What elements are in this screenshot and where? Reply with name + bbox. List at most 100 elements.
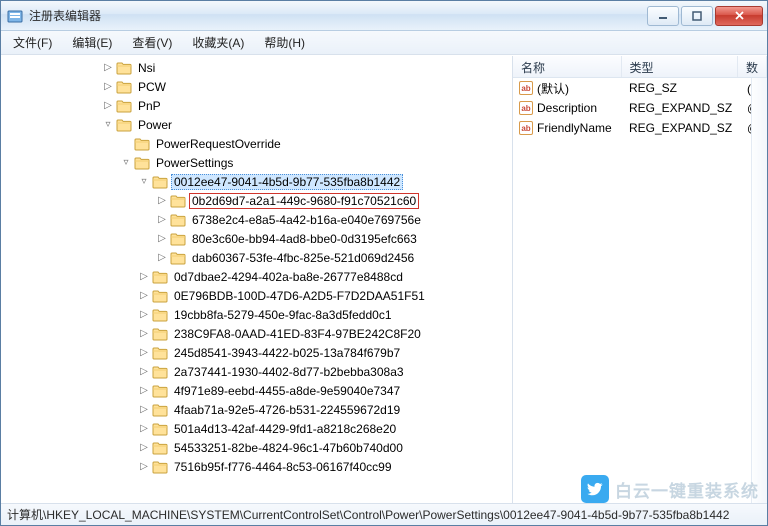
tree-pane[interactable]: ▷Nsi▷PCW▷PnP▿Power PowerRequestOverride▿… xyxy=(1,56,513,503)
tree-item[interactable]: ▷501a4d13-42af-4429-9fd1-a8218c268e20 xyxy=(101,419,512,438)
folder-icon xyxy=(170,194,186,208)
tree-item[interactable]: ▷ 245d8541-3943-4422-b025-13a784f679b7 xyxy=(101,343,512,362)
expand-icon[interactable]: ▷ xyxy=(101,62,115,73)
collapse-icon[interactable]: ▿ xyxy=(119,157,133,168)
tree-item[interactable]: ▷ 4faab71a-92e5-4726-b531-224559672d19 xyxy=(101,400,512,419)
tree-item-label: PCW xyxy=(135,79,169,95)
tree-item[interactable]: ▷ 6738e2c4-e8a5-4a42-b16a-e040e769756e xyxy=(101,210,512,229)
tree-item[interactable]: ▷238C9FA8-0AAD-41ED-83F4-97BE242C8F20 xyxy=(101,324,512,343)
menu-file[interactable]: 文件(F) xyxy=(3,31,62,54)
value-name: Description xyxy=(537,101,597,115)
tree-item[interactable]: PowerRequestOverride xyxy=(101,134,512,153)
tree-item-label: 0E796BDB-100D-47D6-A2D5-F7D2DAA51F51 xyxy=(171,288,428,304)
folder-icon xyxy=(152,270,168,284)
expand-icon[interactable]: ▷ xyxy=(137,366,151,377)
window-title: 注册表编辑器 xyxy=(29,7,645,24)
expand-icon[interactable]: ▷ xyxy=(137,385,151,396)
tree-item[interactable]: ▷ 4f971e89-eebd-4455-a8de-9e59040e7347 xyxy=(101,381,512,400)
folder-icon xyxy=(116,118,132,132)
expand-icon[interactable]: ▷ xyxy=(137,309,151,320)
value-name: (默认) xyxy=(537,80,569,97)
tree-item[interactable]: ▷ Nsi xyxy=(101,58,512,77)
tree-item-label: 2a737441-1930-4402-8d77-b2bebba308a3 xyxy=(171,364,407,380)
expand-icon[interactable]: ▷ xyxy=(137,442,151,453)
collapse-icon[interactable]: ▿ xyxy=(137,176,151,187)
window-buttons xyxy=(645,6,763,26)
folder-icon xyxy=(152,460,168,474)
collapse-icon[interactable]: ▿ xyxy=(101,119,115,130)
menu-help[interactable]: 帮助(H) xyxy=(254,31,315,54)
tree-item-label: Nsi xyxy=(135,60,158,76)
col-name[interactable]: 名称 xyxy=(513,56,622,77)
tree-item-label: 54533251-82be-4824-96c1-47b60b740d00 xyxy=(171,440,406,456)
value-name: FriendlyName xyxy=(537,121,612,135)
tree-item[interactable]: ▿0012ee47-9041-4b5d-9b77-535fba8b1442 xyxy=(101,172,512,191)
value-row[interactable]: abDescriptionREG_EXPAND_SZ@ xyxy=(513,98,767,118)
tree-item[interactable]: ▷PnP xyxy=(101,96,512,115)
col-type[interactable]: 类型 xyxy=(622,56,738,77)
tree-item-label: PowerSettings xyxy=(153,155,236,171)
menu-edit[interactable]: 编辑(E) xyxy=(62,31,122,54)
expand-icon[interactable]: ▷ xyxy=(137,328,151,339)
expand-icon[interactable]: ▷ xyxy=(155,252,169,263)
folder-icon xyxy=(152,422,168,436)
string-value-icon: ab xyxy=(519,81,533,95)
expand-icon[interactable]: ▷ xyxy=(137,461,151,472)
tree-item-label: 19cbb8fa-5279-450e-9fac-8a3d5fedd0c1 xyxy=(171,307,395,323)
close-button[interactable] xyxy=(715,6,763,26)
menu-favorites[interactable]: 收藏夹(A) xyxy=(182,31,254,54)
list-body[interactable]: ab(默认)REG_SZ(数abDescriptionREG_EXPAND_SZ… xyxy=(513,78,767,503)
list-header[interactable]: 名称 类型 数 xyxy=(513,56,767,78)
tree-item[interactable]: ▷ 19cbb8fa-5279-450e-9fac-8a3d5fedd0c1 xyxy=(101,305,512,324)
app-icon xyxy=(7,8,23,24)
string-value-icon: ab xyxy=(519,101,533,115)
value-row[interactable]: ab(默认)REG_SZ(数 xyxy=(513,78,767,98)
tree-item[interactable]: ▷ 80e3c60e-bb94-4ad8-bbe0-0d3195efc663 xyxy=(101,229,512,248)
tree-item[interactable]: ▷ PCW xyxy=(101,77,512,96)
values-pane: 名称 类型 数 ab(默认)REG_SZ(数abDescriptionREG_E… xyxy=(513,56,767,503)
tree-item-label: 6738e2c4-e8a5-4a42-b16a-e040e769756e xyxy=(189,212,424,228)
expand-icon[interactable]: ▷ xyxy=(137,347,151,358)
tree-item[interactable]: ▿ PowerSettings xyxy=(101,153,512,172)
tree-item[interactable]: ▿Power xyxy=(101,115,512,134)
tree-item[interactable]: ▷dab60367-53fe-4fbc-825e-521d069d2456 xyxy=(101,248,512,267)
expand-icon[interactable]: ▷ xyxy=(137,423,151,434)
folder-icon xyxy=(170,251,186,265)
expand-icon[interactable]: ▷ xyxy=(137,271,151,282)
value-type: REG_EXPAND_SZ xyxy=(623,121,741,135)
status-path: 计算机\HKEY_LOCAL_MACHINE\SYSTEM\CurrentCon… xyxy=(7,506,729,523)
menu-view[interactable]: 查看(V) xyxy=(122,31,182,54)
maximize-button[interactable] xyxy=(681,6,713,26)
folder-icon xyxy=(170,232,186,246)
tree-item[interactable]: ▷ 2a737441-1930-4402-8d77-b2bebba308a3 xyxy=(101,362,512,381)
tree-item-label: 0b2d69d7-a2a1-449c-9680-f91c70521c60 xyxy=(189,193,419,209)
expand-icon[interactable]: ▷ xyxy=(137,290,151,301)
expand-icon[interactable]: ▷ xyxy=(101,100,115,111)
expand-icon[interactable]: ▷ xyxy=(137,404,151,415)
tree-item-label: 4f971e89-eebd-4455-a8de-9e59040e7347 xyxy=(171,383,403,399)
minimize-button[interactable] xyxy=(647,6,679,26)
col-data[interactable]: 数 xyxy=(738,56,767,77)
tree-item-label: 4faab71a-92e5-4726-b531-224559672d19 xyxy=(171,402,403,418)
tree-item[interactable]: ▷7516b95f-f776-4464-8c53-06167f40cc99 xyxy=(101,457,512,476)
tree-item-label: 0d7dbae2-4294-402a-ba8e-26777e8488cd xyxy=(171,269,406,285)
tree-item-label: 245d8541-3943-4422-b025-13a784f679b7 xyxy=(171,345,403,361)
tree-item[interactable]: ▷ 54533251-82be-4824-96c1-47b60b740d00 xyxy=(101,438,512,457)
folder-icon xyxy=(116,99,132,113)
folder-icon xyxy=(170,213,186,227)
expand-icon[interactable]: ▷ xyxy=(155,214,169,225)
expand-icon[interactable]: ▷ xyxy=(155,233,169,244)
folder-icon xyxy=(134,156,150,170)
scrollbar[interactable] xyxy=(751,78,767,503)
value-type: REG_EXPAND_SZ xyxy=(623,101,741,115)
statusbar: 计算机\HKEY_LOCAL_MACHINE\SYSTEM\CurrentCon… xyxy=(1,503,767,525)
folder-icon xyxy=(134,137,150,151)
expand-icon[interactable]: ▷ xyxy=(155,195,169,206)
tree-item[interactable]: ▷ 0d7dbae2-4294-402a-ba8e-26777e8488cd xyxy=(101,267,512,286)
tree-item[interactable]: ▷ 0b2d69d7-a2a1-449c-9680-f91c70521c60 xyxy=(101,191,512,210)
titlebar[interactable]: 注册表编辑器 xyxy=(1,1,767,31)
tree-item[interactable]: ▷ 0E796BDB-100D-47D6-A2D5-F7D2DAA51F51 xyxy=(101,286,512,305)
tree-item-label: 80e3c60e-bb94-4ad8-bbe0-0d3195efc663 xyxy=(189,231,420,247)
value-row[interactable]: abFriendlyNameREG_EXPAND_SZ@ xyxy=(513,118,767,138)
expand-icon[interactable]: ▷ xyxy=(101,81,115,92)
